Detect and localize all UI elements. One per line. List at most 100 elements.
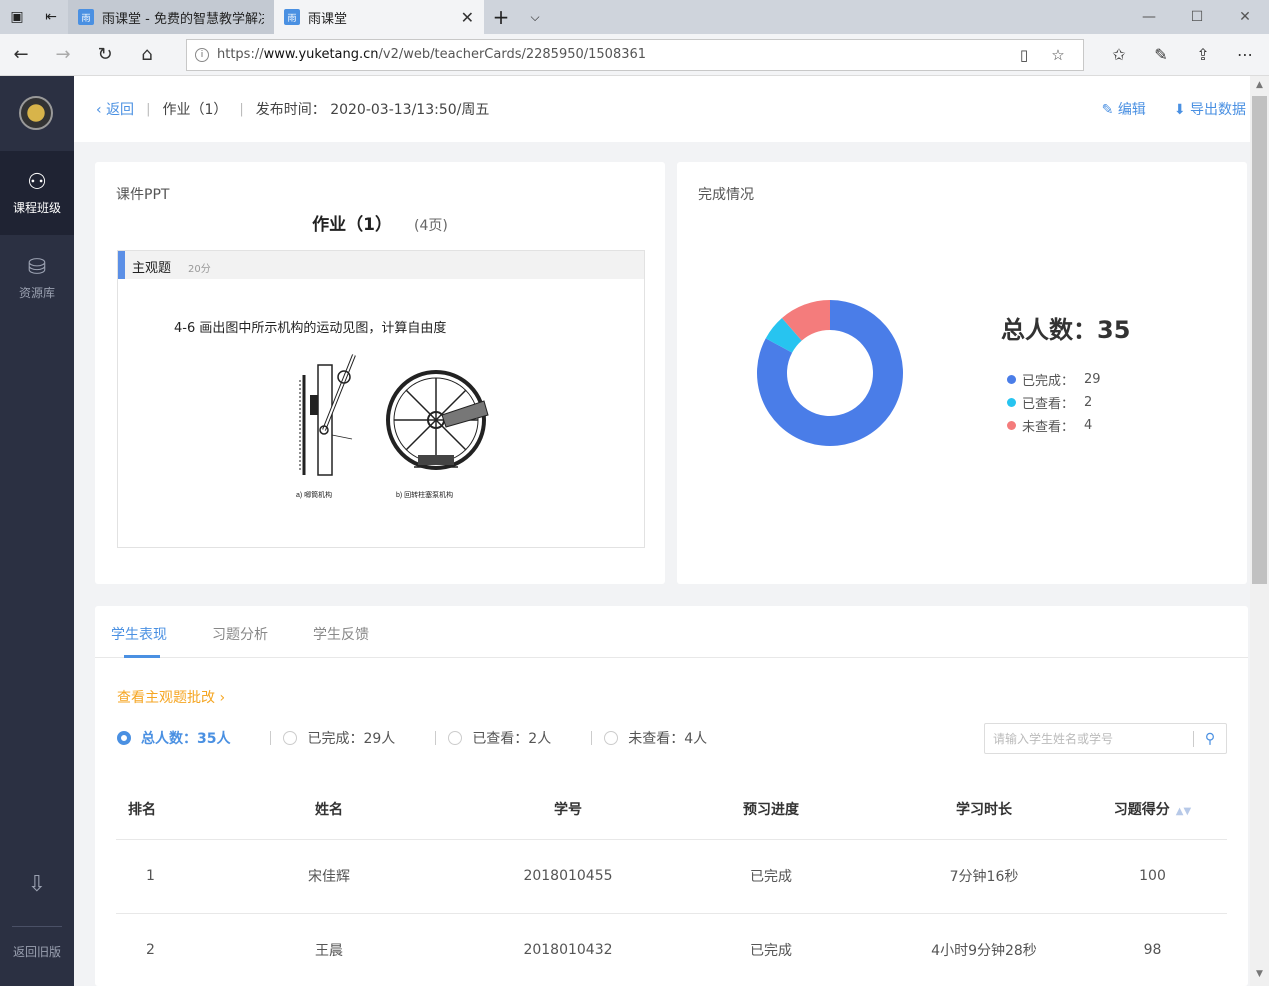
- student-search: ⚲: [984, 723, 1227, 754]
- radio-icon: [117, 731, 131, 745]
- address-bar[interactable]: i https://www.yuketang.cn/v2/web/teacher…: [186, 38, 1084, 71]
- home-icon[interactable]: ⌂: [126, 34, 168, 76]
- tab-title: 雨课堂: [308, 11, 348, 27]
- minimize-icon[interactable]: —: [1125, 0, 1173, 34]
- cell-progress: 已完成: [652, 839, 890, 914]
- more-icon[interactable]: ⋯: [1224, 45, 1266, 64]
- tab-student-performance[interactable]: 学生表现: [111, 624, 167, 644]
- divider: [591, 731, 593, 745]
- status-filters: 总人数：35人 已完成：29人 已查看：2人 未查看：4人: [117, 728, 707, 748]
- sidebar-item-course-class[interactable]: ⚇ 课程班级: [0, 151, 74, 235]
- url-text[interactable]: https://www.yuketang.cn/v2/web/teacherCa…: [217, 47, 1007, 62]
- scrollbar-thumb[interactable]: [1252, 96, 1267, 584]
- cell-student-id: 2018010455: [484, 839, 652, 914]
- legend-item-viewed: 已查看： 2: [1007, 391, 1101, 414]
- divider: [435, 731, 437, 745]
- browser-tab-2[interactable]: 雨 雨课堂 ✕: [274, 0, 484, 34]
- scroll-down-icon[interactable]: ▼: [1252, 969, 1267, 983]
- chevron-left-icon: ‹: [96, 102, 107, 118]
- filter-completed[interactable]: 已完成：29人: [283, 728, 395, 748]
- pen-notes-icon[interactable]: ✎: [1140, 45, 1182, 64]
- tab-title: 雨课堂 - 免费的智慧教学解决: [102, 11, 264, 27]
- filter-not-viewed[interactable]: 未查看：4人: [604, 728, 707, 748]
- search-icon[interactable]: ⚲: [1194, 731, 1226, 747]
- card-label: 完成情况: [698, 187, 754, 203]
- edit-button[interactable]: ✎ 编辑: [1102, 99, 1146, 119]
- divider: |: [146, 101, 151, 117]
- maximize-icon[interactable]: ☐: [1173, 0, 1221, 34]
- divider: [270, 731, 272, 745]
- sidebar-item-label: 返回旧版: [12, 944, 61, 959]
- info-icon[interactable]: i: [195, 47, 209, 62]
- app-sidebar: ⚇ 课程班级 ⛁ 资源库 ⇩ 返回旧版: [0, 76, 74, 986]
- cell-progress: 已完成: [652, 913, 890, 986]
- back-arrow-icon[interactable]: ←: [0, 34, 42, 76]
- set-tabs-aside-icon[interactable]: ⇤: [34, 0, 68, 34]
- resource-library-icon: ⛁: [27, 255, 47, 280]
- sort-icon[interactable]: ▲▼: [1176, 806, 1191, 817]
- cell-score: 100: [1078, 839, 1227, 914]
- close-window-icon[interactable]: ✕: [1221, 0, 1269, 34]
- table-header-row: 排名 姓名 学号 预习进度 学习时长 习题得分 ▲▼: [116, 779, 1227, 840]
- column-header-rank: 排名: [116, 779, 174, 840]
- search-input[interactable]: [985, 724, 1193, 753]
- figure-label-b: b) 回转柱塞泵机构: [396, 490, 453, 499]
- tab-exercise-analysis[interactable]: 习题分析: [212, 624, 268, 644]
- favorite-star-icon[interactable]: ☆: [1041, 46, 1075, 64]
- sidebar-item-resource-library[interactable]: ⛁ 资源库: [0, 236, 74, 320]
- back-link[interactable]: ‹ 返回: [96, 99, 134, 119]
- filter-total[interactable]: 总人数：35人: [117, 728, 230, 748]
- refresh-icon[interactable]: ↻: [84, 34, 126, 76]
- cell-student-id: 2018010432: [484, 913, 652, 986]
- completion-donut-chart: [755, 298, 905, 448]
- download-button[interactable]: ⇩: [0, 856, 74, 916]
- page-count: (4页): [414, 218, 448, 234]
- return-old-version-button[interactable]: 返回旧版: [0, 926, 74, 976]
- close-tab-icon[interactable]: ✕: [461, 8, 474, 27]
- table-row[interactable]: 2 王晨 2018010432 已完成 4小时9分钟28秒 98: [116, 913, 1227, 986]
- column-header-name: 姓名: [174, 779, 484, 840]
- tabs: 学生表现 习题分析 学生反馈: [95, 606, 1248, 658]
- question-type: 主观题: [132, 261, 172, 276]
- scroll-up-icon[interactable]: ▲: [1252, 80, 1267, 94]
- total-count: 总人数：35: [1001, 316, 1131, 344]
- share-icon[interactable]: ⇪: [1182, 45, 1224, 64]
- card-label: 课件PPT: [116, 187, 170, 203]
- page-header: ‹ 返回 | 作业（1） | 发布时间： 2020-03-13/13:50/周五…: [74, 76, 1250, 142]
- publish-time: 发布时间： 2020-03-13/13:50/周五: [255, 102, 490, 118]
- student-performance-card: 学生表现 习题分析 学生反馈 查看主观题批改 › 总人数：35人 已完成：29人…: [95, 606, 1248, 986]
- tab-student-feedback[interactable]: 学生反馈: [313, 624, 369, 644]
- tab-manager-icon[interactable]: ▣: [0, 0, 34, 34]
- courseware-card: 课件PPT 作业（1） (4页) 主观题 20分 4-6 画出图中所示机构的运动见…: [95, 162, 665, 584]
- reading-view-icon[interactable]: ▯: [1007, 46, 1041, 64]
- browser-tab-bar: ▣ ⇤ 雨 雨课堂 - 免费的智慧教学解决 雨 雨课堂 ✕ + ⌵ — ☐ ✕: [0, 0, 1269, 34]
- filter-viewed[interactable]: 已查看：2人: [448, 728, 551, 748]
- chevron-down-icon[interactable]: ⌵: [518, 0, 552, 34]
- course-class-icon: ⚇: [27, 170, 47, 195]
- view-subjective-review-link[interactable]: 查看主观题批改 ›: [117, 687, 225, 707]
- logo[interactable]: [19, 96, 53, 130]
- legend-dot: [1007, 421, 1016, 430]
- question-score: 20分: [188, 264, 211, 275]
- download-icon: ⇩: [27, 871, 47, 897]
- browser-nav-bar: ← → ↻ ⌂ i https://www.yuketang.cn/v2/web…: [0, 34, 1269, 76]
- page-title: 作业（1）: [162, 102, 228, 118]
- legend-item-not-viewed: 未查看： 4: [1007, 414, 1101, 437]
- favorites-list-icon[interactable]: ✩: [1098, 45, 1140, 64]
- active-tab-underline: [124, 655, 160, 658]
- yuketang-favicon-icon: 雨: [284, 9, 300, 25]
- legend-dot: [1007, 375, 1016, 384]
- radio-icon: [604, 731, 619, 745]
- export-data-button[interactable]: ⬇ 导出数据: [1174, 99, 1246, 119]
- new-tab-icon[interactable]: +: [484, 0, 518, 34]
- mechanism-figure: a) 唧筒机构 b) 回转柱塞泵机构: [296, 354, 489, 499]
- forward-arrow-icon[interactable]: →: [42, 34, 84, 76]
- column-header-exercise-score[interactable]: 习题得分 ▲▼: [1078, 779, 1227, 840]
- cell-name: 宋佳辉: [174, 839, 484, 914]
- browser-tab-1[interactable]: 雨 雨课堂 - 免费的智慧教学解决: [68, 0, 274, 34]
- export-icon: ⬇: [1173, 102, 1190, 118]
- accent-bar: [118, 251, 125, 279]
- table-row[interactable]: 1 宋佳辉 2018010455 已完成 7分钟16秒 100: [116, 839, 1227, 914]
- slide-preview[interactable]: 主观题 20分 4-6 画出图中所示机构的运动见图，计算自由度 a) 唧筒机构 …: [117, 250, 645, 548]
- sidebar-item-label: 课程班级: [12, 201, 61, 215]
